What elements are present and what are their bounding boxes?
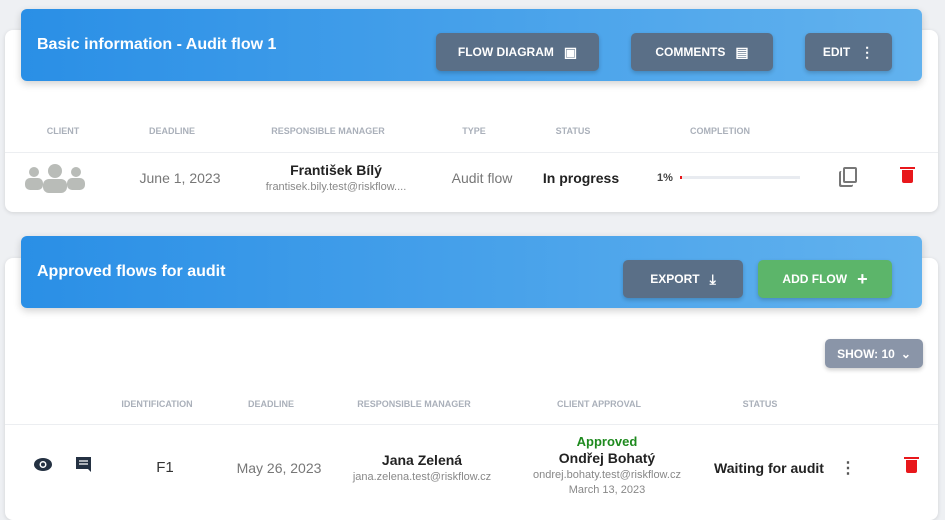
manager-name: Jana Zelená xyxy=(381,452,463,468)
status: In progress xyxy=(542,170,620,186)
flow-diagram-label: FLOW DIAGRAM xyxy=(457,45,554,59)
basic-info-header: Basic information - Audit flow 1 FLOW DI… xyxy=(21,9,922,81)
manager-email: frantisek.bily.test@riskflow.... xyxy=(265,181,407,193)
col-client: CLIENT xyxy=(46,126,80,136)
manager: František Bílý frantisek.bily.test@riskf… xyxy=(266,162,407,193)
download-icon: ⤓ xyxy=(709,271,716,287)
more-vert-icon: ⋮ xyxy=(860,44,875,60)
deadline: June 1, 2023 xyxy=(139,170,221,186)
edit-label: EDIT xyxy=(822,45,851,59)
more-vert-icon[interactable]: ⋮ xyxy=(840,458,856,478)
type: Audit flow xyxy=(451,170,513,186)
export-label: EXPORT xyxy=(650,272,700,286)
col-manager: RESPONSIBLE MANAGER xyxy=(271,126,385,136)
divider xyxy=(5,424,938,425)
col-type: TYPE xyxy=(462,126,486,136)
delete-icon[interactable] xyxy=(900,167,915,183)
show-count-dropdown[interactable]: SHOW: 10 ⌄ xyxy=(825,339,923,368)
flow-deadline: May 26, 2023 xyxy=(236,460,322,476)
edit-button[interactable]: EDIT ⋮ xyxy=(805,33,892,71)
approved-flows-header: Approved flows for audit EXPORT ⤓ ADD FLO… xyxy=(21,236,922,308)
eye-icon[interactable] xyxy=(34,458,52,471)
col-client-approval: CLIENT APPROVAL xyxy=(556,399,642,409)
add-flow-label: ADD FLOW xyxy=(782,272,848,286)
comments-button[interactable]: COMMENTS ▤ xyxy=(631,33,773,71)
plus-icon: + xyxy=(857,269,868,289)
page-title: Basic information - Audit flow 1 xyxy=(37,36,277,53)
image-icon: ▣ xyxy=(563,44,578,60)
completion-fill xyxy=(680,176,682,179)
flow-status: Waiting for audit xyxy=(714,460,824,476)
client-group-icon xyxy=(25,164,85,193)
col-manager: RESPONSIBLE MANAGER xyxy=(357,399,471,409)
approver-email: ondrej.bohaty.test@riskflow.cz xyxy=(533,469,681,481)
divider xyxy=(5,152,938,153)
section-title: Approved flows for audit xyxy=(37,263,226,280)
flow-diagram-button[interactable]: FLOW DIAGRAM ▣ xyxy=(436,33,599,71)
add-flow-button[interactable]: ADD FLOW + xyxy=(758,260,892,298)
flow-id: F1 xyxy=(156,459,174,476)
approval-date: March 13, 2023 xyxy=(568,484,646,496)
col-deadline: DEADLINE xyxy=(247,399,295,409)
comment-icon[interactable] xyxy=(75,456,92,473)
client-approval: Approved Ondřej Bohatý ondrej.bohaty.tes… xyxy=(533,434,681,498)
comment-icon: ▤ xyxy=(735,44,749,60)
col-identification: IDENTIFICATION xyxy=(121,399,193,409)
comments-label: COMMENTS xyxy=(655,45,726,59)
col-completion: COMPLETION xyxy=(690,126,750,136)
approval-status: Approved xyxy=(576,434,638,449)
delete-icon[interactable] xyxy=(904,457,919,473)
approver-name: Ondřej Bohatý xyxy=(558,450,656,466)
col-status: STATUS xyxy=(555,126,591,136)
manager-name: František Bílý xyxy=(290,162,382,178)
export-button[interactable]: EXPORT ⤓ xyxy=(623,260,743,298)
copy-icon[interactable] xyxy=(843,167,857,183)
col-deadline: DEADLINE xyxy=(148,126,196,136)
col-status: STATUS xyxy=(742,399,778,409)
flow-manager: Jana Zelená jana.zelena.test@riskflow.cz xyxy=(353,452,491,483)
show-label: SHOW: 10 xyxy=(837,346,895,361)
chevron-down-icon: ⌄ xyxy=(900,346,911,361)
manager-email: jana.zelena.test@riskflow.cz xyxy=(352,471,492,483)
completion-label: 1% xyxy=(657,172,673,184)
completion-bar xyxy=(680,176,800,179)
